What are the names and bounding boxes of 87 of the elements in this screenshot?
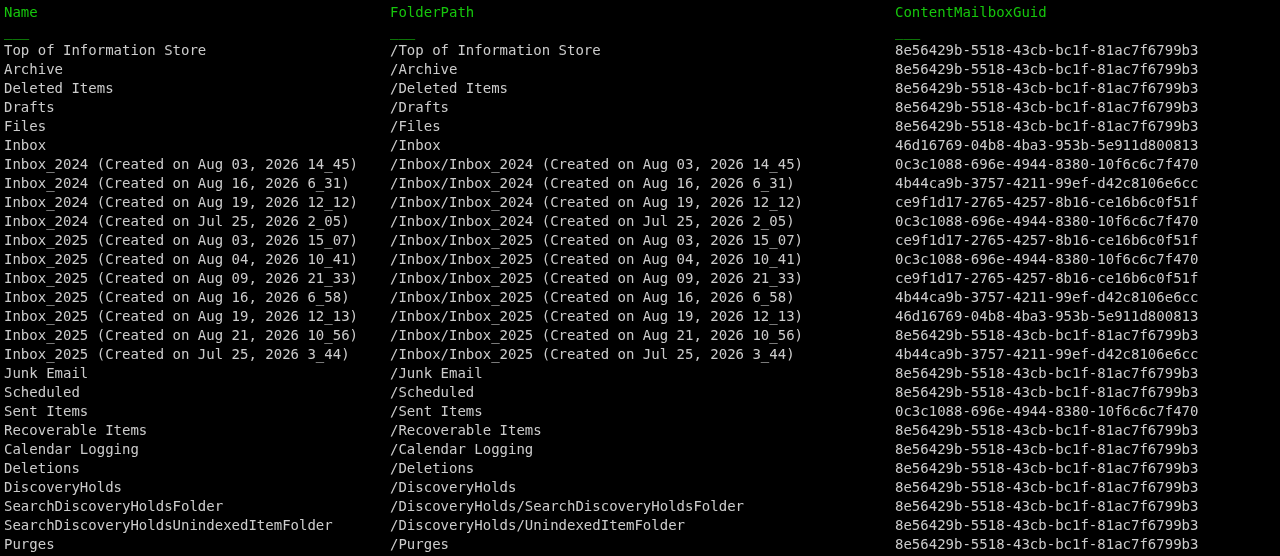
table-cell: Inbox_2025 (Created on Aug 16, 2026 6_58) xyxy=(4,288,350,307)
table-cell: Top of Information Store xyxy=(4,41,207,60)
table-cell: 8e56429b-5518-43cb-bc1f-81ac7f6799b3 xyxy=(895,478,1199,497)
table-cell: /Inbox xyxy=(390,136,441,155)
table-cell: Inbox_2024 (Created on Aug 16, 2026 6_31) xyxy=(4,174,350,193)
table-cell: Drafts xyxy=(4,98,55,117)
table-cell: 8e56429b-5518-43cb-bc1f-81ac7f6799b3 xyxy=(895,364,1199,383)
table-cell: 8e56429b-5518-43cb-bc1f-81ac7f6799b3 xyxy=(895,117,1199,136)
table-cell: 8e56429b-5518-43cb-bc1f-81ac7f6799b3 xyxy=(895,41,1199,60)
table-cell: 8e56429b-5518-43cb-bc1f-81ac7f6799b3 xyxy=(895,535,1199,554)
table-cell: 4b44ca9b-3757-4211-99ef-d42c8106e6cc xyxy=(895,174,1199,193)
table-cell: SearchDiscoveryHoldsUnindexedItemFolder xyxy=(4,516,333,535)
table-cell: /Purges xyxy=(390,535,449,554)
table-cell: /Scheduled xyxy=(390,383,475,402)
heading-underline: ___ xyxy=(4,22,30,41)
table-cell: 8e56429b-5518-43cb-bc1f-81ac7f6799b3 xyxy=(895,383,1199,402)
table-cell: 8e56429b-5518-43cb-bc1f-81ac7f6799b3 xyxy=(895,516,1199,535)
table-cell: Files xyxy=(4,117,47,136)
heading-underline: ___ xyxy=(895,22,921,41)
table-cell: Recoverable Items xyxy=(4,421,148,440)
table-cell: /Inbox/Inbox_2024 (Created on Aug 19, 2026 12_12) xyxy=(390,193,803,212)
column-heading: FolderPath xyxy=(390,3,475,22)
table-cell: Inbox_2025 (Created on Jul 25, 2026 3_44) xyxy=(4,345,350,364)
table-cell: /Inbox/Inbox_2025 (Created on Aug 19, 2026 12_13) xyxy=(390,307,803,326)
table-cell: /Junk Email xyxy=(390,364,483,383)
table-cell: /Deleted Items xyxy=(390,79,508,98)
table-cell: /Drafts xyxy=(390,98,449,117)
table-cell: 46d16769-04b8-4ba3-953b-5e911d800813 xyxy=(895,307,1199,326)
table-cell: 8e56429b-5518-43cb-bc1f-81ac7f6799b3 xyxy=(895,497,1199,516)
table-cell: Sent Items xyxy=(4,402,89,421)
table-cell: /Top of Information Store xyxy=(390,41,601,60)
table-cell: /Archive xyxy=(390,60,458,79)
table-cell: 8e56429b-5518-43cb-bc1f-81ac7f6799b3 xyxy=(895,440,1199,459)
table-cell: Deleted Items xyxy=(4,79,114,98)
table-cell: /Inbox/Inbox_2025 (Created on Aug 03, 2026 15_07) xyxy=(390,231,803,250)
table-cell: Inbox_2024 (Created on Jul 25, 2026 2_05) xyxy=(4,212,350,231)
table-cell: 46d16769-04b8-4ba3-953b-5e911d800813 xyxy=(895,136,1199,155)
table-cell: 8e56429b-5518-43cb-bc1f-81ac7f6799b3 xyxy=(895,60,1199,79)
table-cell: DiscoveryHolds xyxy=(4,478,122,497)
table-cell: /DiscoveryHolds xyxy=(390,478,517,497)
table-cell: Archive xyxy=(4,60,63,79)
table-cell: 8e56429b-5518-43cb-bc1f-81ac7f6799b3 xyxy=(895,421,1199,440)
table-cell: 4b44ca9b-3757-4211-99ef-d42c8106e6cc xyxy=(895,345,1199,364)
table-cell: /Inbox/Inbox_2024 (Created on Aug 03, 2026 14_45) xyxy=(390,155,803,174)
table-cell: SearchDiscoveryHoldsFolder xyxy=(4,497,224,516)
table-cell: Inbox_2025 (Created on Aug 03, 2026 15_07) xyxy=(4,231,358,250)
table-cell: /DiscoveryHolds/SearchDiscoveryHoldsFolder xyxy=(390,497,744,516)
table-cell: /Recoverable Items xyxy=(390,421,542,440)
table-cell: Purges xyxy=(4,535,55,554)
table-cell: /Inbox/Inbox_2025 (Created on Aug 04, 2026 10_41) xyxy=(390,250,803,269)
table-cell: 8e56429b-5518-43cb-bc1f-81ac7f6799b3 xyxy=(895,98,1199,117)
table-cell: /Inbox/Inbox_2025 (Created on Aug 09, 2026 21_33) xyxy=(390,269,803,288)
table-cell: Calendar Logging xyxy=(4,440,139,459)
table-cell: /Deletions xyxy=(390,459,475,478)
table-cell: ce9f1d17-2765-4257-8b16-ce16b6c0f51f xyxy=(895,231,1199,250)
table-cell: /Files xyxy=(390,117,441,136)
table-cell: /Inbox/Inbox_2024 (Created on Aug 16, 2026 6_31) xyxy=(390,174,795,193)
table-cell: 0c3c1088-696e-4944-8380-10f6c6c7f470 xyxy=(895,250,1199,269)
table-cell: Inbox_2025 (Created on Aug 09, 2026 21_33) xyxy=(4,269,358,288)
table-cell: /Calendar Logging xyxy=(390,440,534,459)
table-cell: Inbox_2025 (Created on Aug 19, 2026 12_13) xyxy=(4,307,358,326)
table-cell: 0c3c1088-696e-4944-8380-10f6c6c7f470 xyxy=(895,402,1199,421)
table-cell: Inbox_2024 (Created on Aug 19, 2026 12_12) xyxy=(4,193,358,212)
table-cell: Deletions xyxy=(4,459,80,478)
table-cell: 8e56429b-5518-43cb-bc1f-81ac7f6799b3 xyxy=(895,79,1199,98)
table-cell: 8e56429b-5518-43cb-bc1f-81ac7f6799b3 xyxy=(895,326,1199,345)
column-heading: Name xyxy=(4,3,38,22)
column-heading: ContentMailboxGuid xyxy=(895,3,1047,22)
table-cell: /Inbox/Inbox_2025 (Created on Jul 25, 2026 3_44) xyxy=(390,345,795,364)
table-cell: 4b44ca9b-3757-4211-99ef-d42c8106e6cc xyxy=(895,288,1199,307)
table-cell: /Inbox/Inbox_2025 (Created on Aug 21, 2026 10_56) xyxy=(390,326,803,345)
table-cell: Scheduled xyxy=(4,383,80,402)
table-cell: /Inbox/Inbox_2025 (Created on Aug 16, 2026 6_58) xyxy=(390,288,795,307)
table-cell: /Inbox/Inbox_2024 (Created on Jul 25, 2026 2_05) xyxy=(390,212,795,231)
table-cell: /Sent Items xyxy=(390,402,483,421)
table-cell: ce9f1d17-2765-4257-8b16-ce16b6c0f51f xyxy=(895,269,1199,288)
table-cell: ce9f1d17-2765-4257-8b16-ce16b6c0f51f xyxy=(895,193,1199,212)
table-cell: Inbox_2024 (Created on Aug 03, 2026 14_45) xyxy=(4,155,358,174)
table-cell: Inbox xyxy=(4,136,47,155)
table-cell: Inbox_2025 (Created on Aug 21, 2026 10_56) xyxy=(4,326,358,345)
table-cell: 8e56429b-5518-43cb-bc1f-81ac7f6799b3 xyxy=(895,459,1199,478)
table-cell: 0c3c1088-696e-4944-8380-10f6c6c7f470 xyxy=(895,155,1199,174)
table-cell: Inbox_2025 (Created on Aug 04, 2026 10_41) xyxy=(4,250,358,269)
heading-underline: ___ xyxy=(390,22,416,41)
table-cell: /DiscoveryHolds/UnindexedItemFolder xyxy=(390,516,685,535)
table-cell: Junk Email xyxy=(4,364,89,383)
table-cell: 0c3c1088-696e-4944-8380-10f6c6c7f470 xyxy=(895,212,1199,231)
